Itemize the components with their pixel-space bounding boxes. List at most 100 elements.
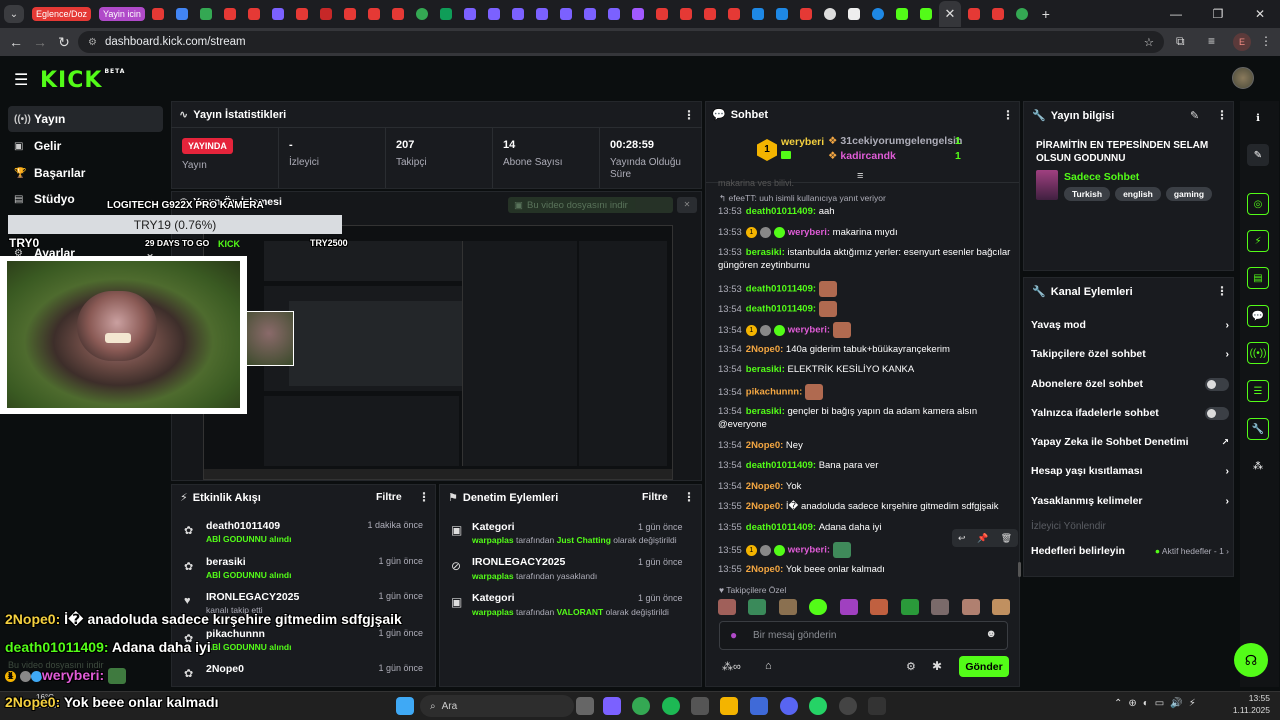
- new-tab-button[interactable]: +: [1035, 3, 1057, 25]
- users-icon[interactable]: ☰: [1247, 380, 1269, 402]
- browser-tab[interactable]: [891, 3, 913, 25]
- spotify-icon[interactable]: [662, 697, 680, 715]
- tray-icons[interactable]: ⌃⊕◐▭🔊⚡: [1114, 698, 1202, 709]
- browser-menu-icon[interactable]: ⋮: [1260, 34, 1272, 48]
- emote-icon[interactable]: [832, 322, 851, 338]
- chat-username[interactable]: 2Nope0: [746, 344, 780, 355]
- browser-tab[interactable]: [219, 3, 241, 25]
- whatsapp-icon[interactable]: [809, 697, 827, 715]
- discord-icon[interactable]: [780, 697, 798, 715]
- browser-tab[interactable]: [315, 3, 337, 25]
- browser-tab[interactable]: [651, 3, 673, 25]
- banned-words-row[interactable]: Yasaklanmış kelimeler ›: [1031, 491, 1229, 511]
- chat-username[interactable]: berasiki: [746, 364, 782, 375]
- followers-only-row[interactable]: Takipçilere özel sohbet ›: [1031, 344, 1229, 364]
- activity-name[interactable]: IRONLEGACY2025: [206, 591, 299, 603]
- moderation-filter-button[interactable]: Filtre: [642, 491, 668, 503]
- browser-tab[interactable]: [963, 3, 985, 25]
- chat-username[interactable]: weryberi: [788, 325, 827, 336]
- copilot-icon[interactable]: [603, 697, 621, 715]
- browser-tab[interactable]: [435, 3, 457, 25]
- tag[interactable]: Turkish: [1064, 187, 1111, 201]
- omnibox[interactable]: ⚙ dashboard.kick.com/stream ☆: [78, 31, 1164, 53]
- kick-logo[interactable]: KICK BETA: [40, 68, 125, 93]
- chat-more-icon[interactable]: ⋮: [1002, 108, 1014, 122]
- emote-icon[interactable]: [832, 542, 851, 558]
- chat-username[interactable]: berasiki: [746, 406, 782, 417]
- emote-picker-icon[interactable]: ✱: [932, 659, 942, 673]
- preview-close-button[interactable]: ✕: [677, 197, 697, 213]
- emote-icon[interactable]: [991, 599, 1010, 615]
- tag[interactable]: english: [1115, 187, 1161, 201]
- broadcast-icon[interactable]: ((•)): [1247, 342, 1269, 364]
- bookmark-star-icon[interactable]: ☆: [1144, 35, 1154, 49]
- app-icon[interactable]: [750, 697, 768, 715]
- forward-button[interactable]: →: [28, 34, 52, 50]
- browser-tab[interactable]: [291, 3, 313, 25]
- chat-input[interactable]: ● Bir mesaj gönderin ☻: [719, 621, 1008, 650]
- moderation-actor[interactable]: warpaplas: [472, 571, 514, 581]
- chat-username[interactable]: weryberi: [788, 545, 827, 556]
- edit-icon[interactable]: ✎: [1247, 144, 1269, 166]
- slow-mode-row[interactable]: Yavaş mod ›: [1031, 315, 1229, 335]
- chat-tools-icon[interactable]: ⁂∞: [722, 660, 741, 673]
- mic-icon[interactable]: ●: [730, 628, 737, 642]
- browser-tab[interactable]: [483, 3, 505, 25]
- activity-name[interactable]: berasiki: [206, 556, 246, 568]
- emote-icon[interactable]: [961, 599, 980, 615]
- chat-username[interactable]: death01011409: [746, 206, 813, 217]
- browser-tab[interactable]: [843, 3, 865, 25]
- account-age-row[interactable]: Hesap yaşı kısıtlaması ›: [1031, 461, 1229, 481]
- emote-icon[interactable]: [748, 599, 767, 615]
- stream-preview-video[interactable]: [203, 225, 673, 480]
- activity-name[interactable]: pikachunnn: [206, 628, 265, 640]
- close-window-button[interactable]: ✕: [1240, 7, 1280, 21]
- ai-moderation-row[interactable]: Yapay Zeka ile Sohbet Denetimi ↗: [1031, 432, 1229, 452]
- document-icon[interactable]: ▤: [1247, 267, 1269, 289]
- edit-pencil-icon[interactable]: ✎: [1190, 109, 1199, 122]
- pin-icon[interactable]: 📌: [977, 533, 988, 544]
- moderation-more-icon[interactable]: ⋮: [683, 490, 695, 504]
- tab-group-eglence[interactable]: Eglence/Doz: [32, 7, 92, 21]
- chat-settings-icon[interactable]: ⚙: [906, 660, 916, 673]
- chat-username[interactable]: 2Nope0: [746, 481, 780, 492]
- chat-username[interactable]: weryberi: [788, 227, 827, 238]
- browser-tab[interactable]: [147, 3, 169, 25]
- emote-icon[interactable]: [900, 599, 919, 615]
- chat-username[interactable]: death01011409: [746, 284, 813, 295]
- browser-tab[interactable]: [723, 3, 745, 25]
- emote-icon[interactable]: [809, 599, 828, 615]
- user-avatar[interactable]: [1232, 67, 1254, 89]
- browser-tab[interactable]: [579, 3, 601, 25]
- moderation-actor[interactable]: warpaplas: [472, 535, 514, 545]
- emote-icon[interactable]: [718, 599, 736, 615]
- activity-name[interactable]: 2Nope0: [206, 663, 244, 675]
- stats-more-icon[interactable]: ⋮: [683, 108, 695, 122]
- lightning-icon[interactable]: ⚡: [1247, 230, 1269, 252]
- support-headset-icon[interactable]: ☊: [1234, 643, 1268, 677]
- gifter-3-name[interactable]: kadircandk: [840, 150, 895, 162]
- chat-username[interactable]: death01011409: [746, 460, 813, 471]
- tag[interactable]: gaming: [1165, 187, 1213, 201]
- browser-tab[interactable]: [603, 3, 625, 25]
- subs-only-toggle[interactable]: [1205, 377, 1229, 391]
- chat-username[interactable]: death01011409: [746, 304, 813, 315]
- gifter-2-name[interactable]: 31cekiyorumgelengelsin: [840, 135, 962, 147]
- reload-button[interactable]: ↻: [52, 34, 76, 51]
- reply-icon[interactable]: ↩: [958, 533, 966, 544]
- emote-icon[interactable]: [931, 599, 950, 615]
- emote-icon[interactable]: [870, 599, 889, 615]
- browser-tab[interactable]: [699, 3, 721, 25]
- nav-gelir[interactable]: ▣ Gelir: [8, 133, 163, 159]
- browser-tab[interactable]: [915, 3, 937, 25]
- chat-username[interactable]: 2Nope0: [746, 501, 780, 512]
- folder-icon[interactable]: [720, 697, 738, 715]
- camera-icon[interactable]: ◎: [1247, 193, 1269, 215]
- extensions-icon[interactable]: ⧉: [1176, 34, 1185, 49]
- chrome-icon[interactable]: [632, 697, 650, 715]
- chat-username[interactable]: 2Nope0: [746, 440, 780, 451]
- info-icon[interactable]: ℹ: [1247, 107, 1269, 129]
- browser-tab[interactable]: [171, 3, 193, 25]
- browser-tab[interactable]: [771, 3, 793, 25]
- download-video-button[interactable]: ▣ Bu video dosyasını indir: [508, 197, 673, 213]
